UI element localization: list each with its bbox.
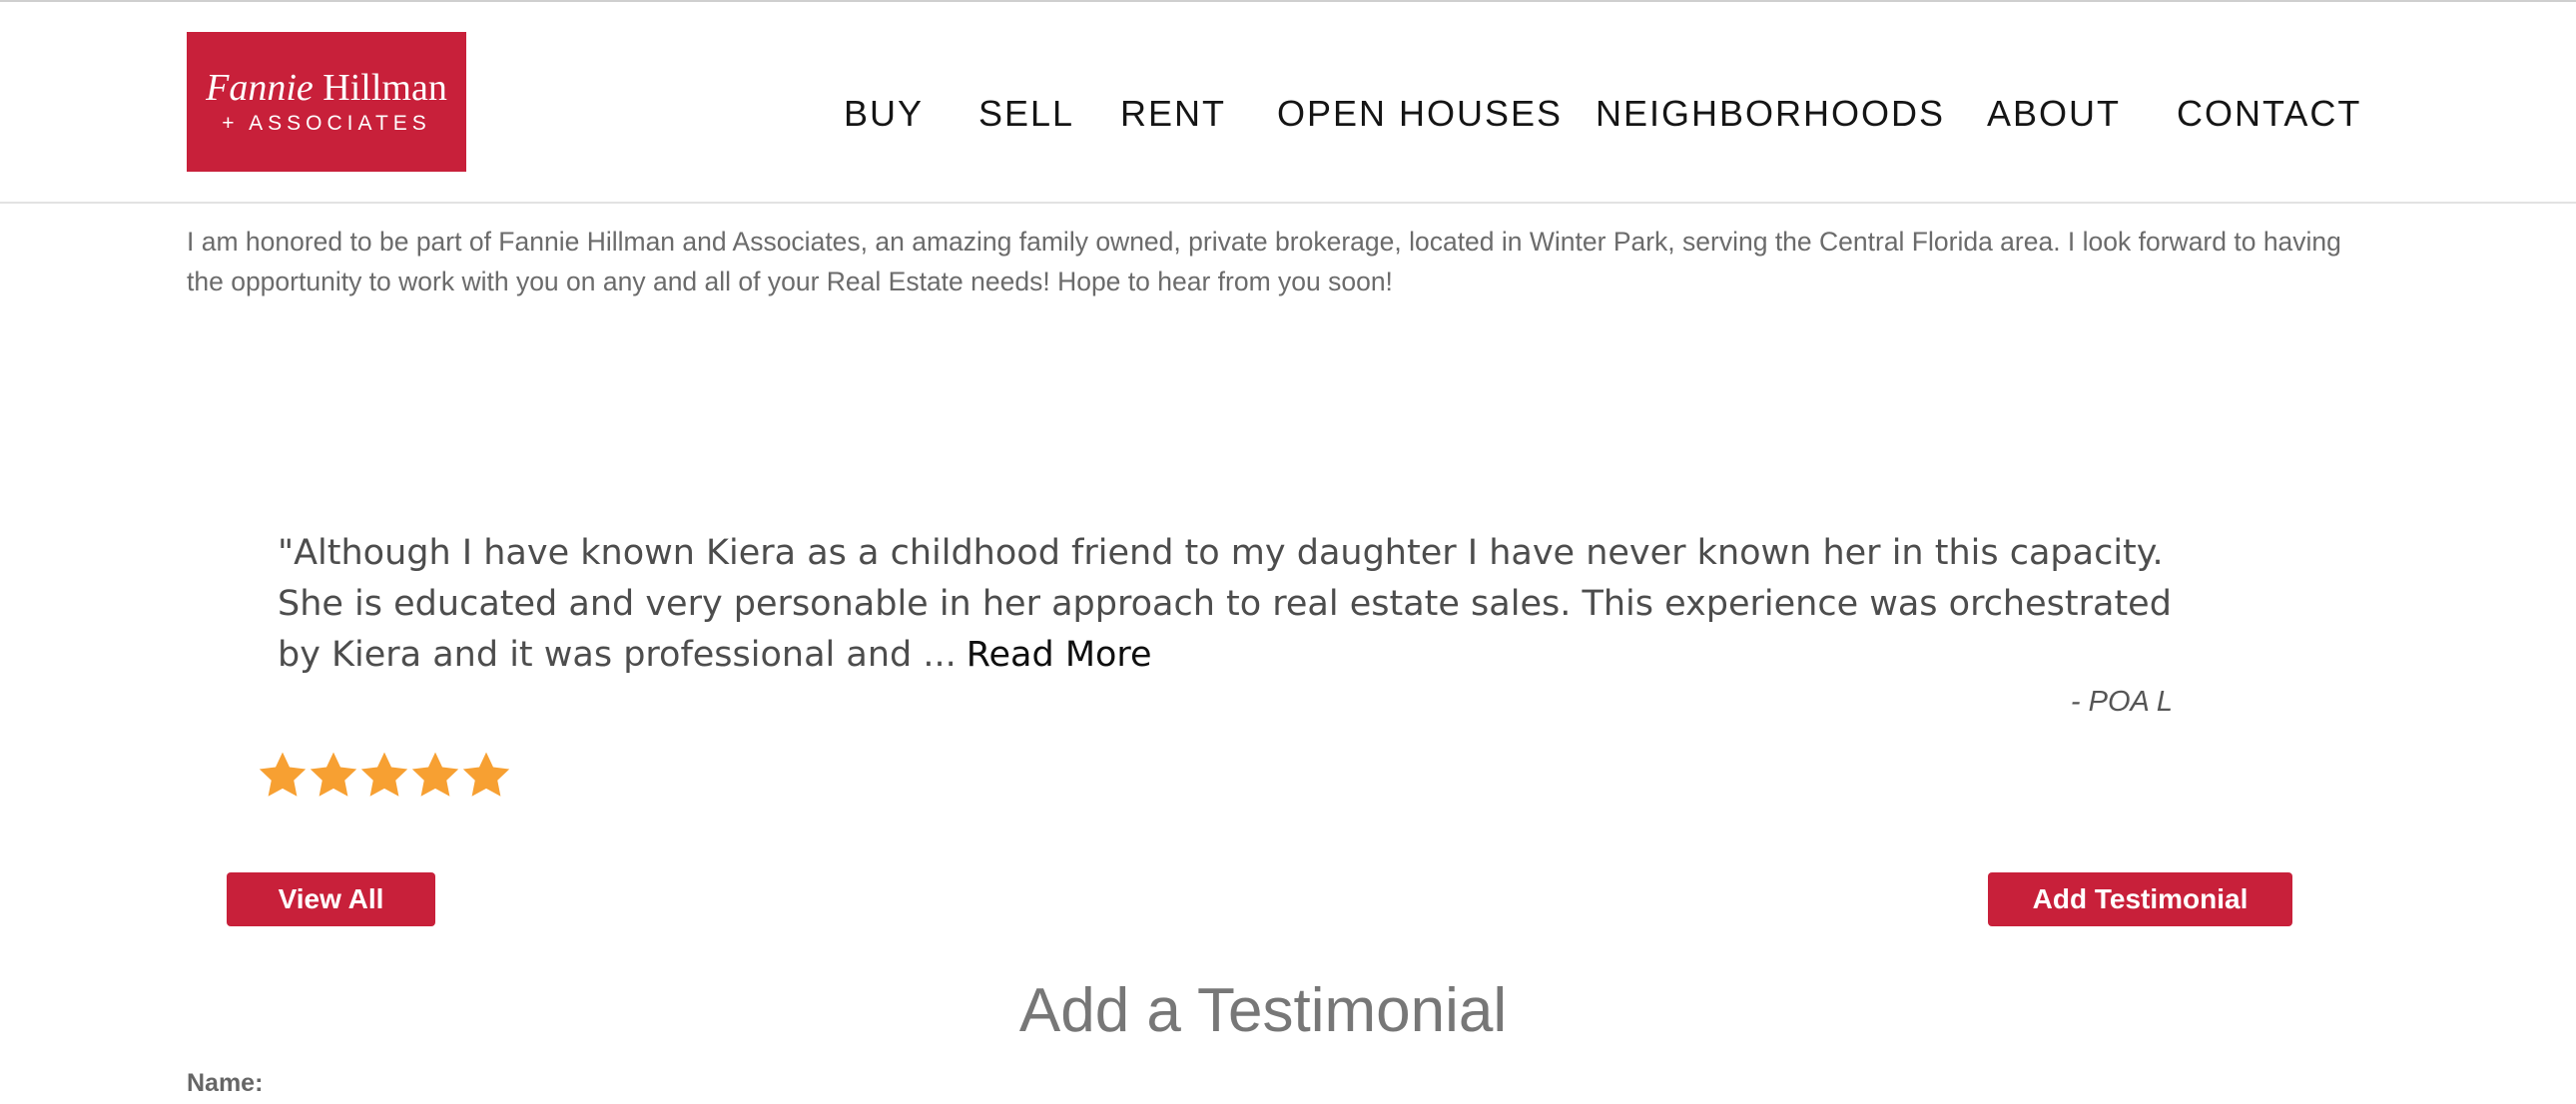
star-rating — [256, 749, 510, 805]
nav-item-about[interactable]: ABOUT — [1987, 92, 2121, 136]
nav-item-contact[interactable]: CONTACT — [2177, 92, 2361, 136]
main-nav: BUY SELL RENT OPEN HOUSES NEIGHBORHOODS … — [0, 92, 2576, 140]
testimonial-author: - POA L — [2070, 686, 2173, 718]
star-icon — [307, 749, 357, 801]
nav-item-rent[interactable]: RENT — [1120, 92, 1226, 136]
star-icon — [357, 749, 408, 801]
star-icon — [256, 749, 307, 801]
add-testimonial-heading: Add a Testimonial — [1018, 976, 1508, 1045]
view-all-button[interactable]: View All — [227, 872, 435, 926]
add-testimonial-button[interactable]: Add Testimonial — [1988, 872, 2292, 926]
read-more-link[interactable]: Read More — [957, 635, 1152, 675]
star-icon — [459, 749, 510, 801]
nav-item-open-houses[interactable]: OPEN HOUSES — [1277, 92, 1563, 136]
name-field-label: Name: — [187, 1069, 264, 1097]
star-icon — [408, 749, 459, 801]
nav-item-sell[interactable]: SELL — [978, 92, 1074, 136]
site-header: Fannie Hillman + ASSOCIATES BUY SELL REN… — [0, 2, 2576, 204]
testimonial-quote: "Although I have known Kiera as a childh… — [278, 528, 2215, 681]
testimonial-quote-text: "Although I have known Kiera as a childh… — [278, 533, 2172, 675]
nav-item-neighborhoods[interactable]: NEIGHBORHOODS — [1596, 92, 1945, 136]
agent-intro-text: I am honored to be part of Fannie Hillma… — [187, 227, 2341, 296]
nav-item-buy[interactable]: BUY — [844, 92, 924, 136]
